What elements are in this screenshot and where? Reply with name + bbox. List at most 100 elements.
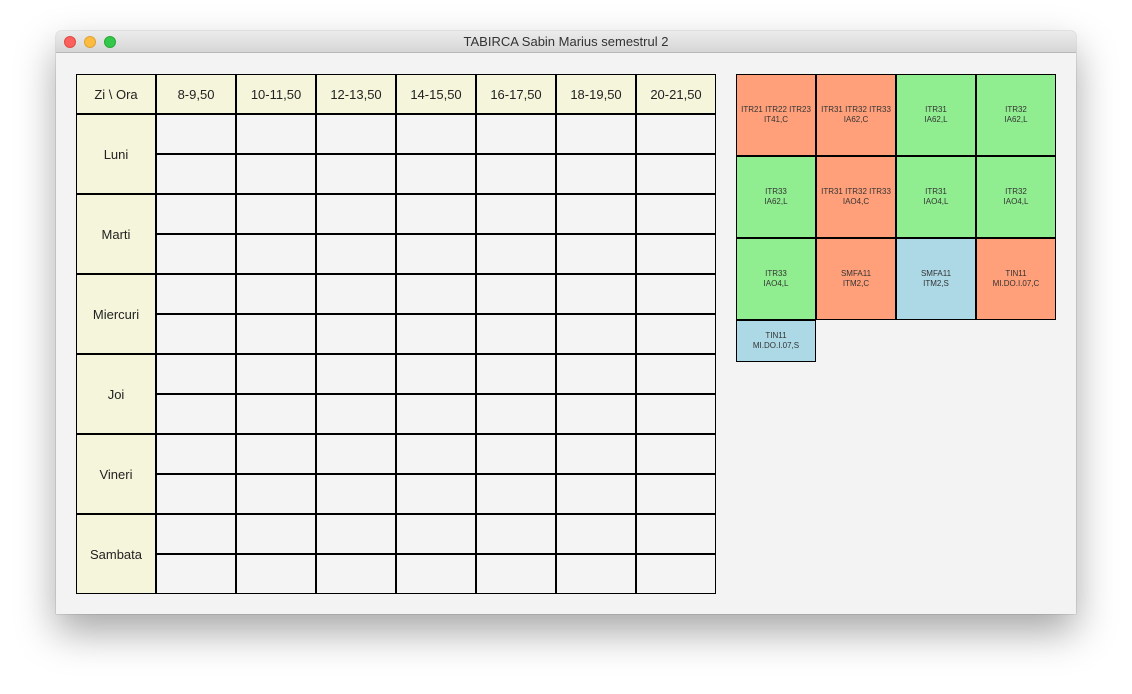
timetable-slot[interactable] — [556, 514, 636, 554]
timetable-slot[interactable] — [636, 234, 716, 274]
timetable-slot[interactable] — [156, 114, 236, 154]
timetable-slot[interactable] — [396, 154, 476, 194]
timetable-slot[interactable] — [156, 514, 236, 554]
course-tile[interactable]: ITR31 IA62,L — [896, 74, 976, 156]
course-groups: ITR31 — [925, 187, 947, 196]
course-tile[interactable]: ITR32 IA62,L — [976, 74, 1056, 156]
course-tile[interactable]: ITR21 ITR22 ITR23 IT41,C — [736, 74, 816, 156]
timetable-slot[interactable] — [636, 114, 716, 154]
course-tile[interactable]: ITR31 ITR32 ITR33 IAO4,C — [816, 156, 896, 238]
timetable-slot[interactable] — [236, 274, 316, 314]
timetable-slot[interactable] — [396, 474, 476, 514]
timetable-slot[interactable] — [316, 234, 396, 274]
course-tile[interactable]: ITR31 ITR32 ITR33 IA62,C — [816, 74, 896, 156]
timetable-slot[interactable] — [636, 314, 716, 354]
timetable-slot[interactable] — [476, 194, 556, 234]
timetable-slot[interactable] — [396, 434, 476, 474]
timetable-slot[interactable] — [236, 554, 316, 594]
timetable-slot[interactable] — [156, 554, 236, 594]
timetable-slot[interactable] — [636, 354, 716, 394]
course-tile[interactable]: ITR31 IAO4,L — [896, 156, 976, 238]
course-tile[interactable]: ITR32 IAO4,L — [976, 156, 1056, 238]
timetable-slot[interactable] — [316, 274, 396, 314]
timetable-slot[interactable] — [476, 314, 556, 354]
course-tile[interactable]: ITR33 IAO4,L — [736, 238, 816, 320]
timetable-slot[interactable] — [316, 114, 396, 154]
course-tile[interactable]: TIN11 MI.DO.I.07,S — [736, 320, 816, 362]
timetable-slot[interactable] — [236, 314, 316, 354]
timetable-slot[interactable] — [236, 354, 316, 394]
timetable-slot[interactable] — [156, 434, 236, 474]
timetable-slot[interactable] — [236, 394, 316, 434]
course-tile[interactable]: ITR33 IA62,L — [736, 156, 816, 238]
timetable-slot[interactable] — [396, 514, 476, 554]
timetable-slot[interactable] — [636, 514, 716, 554]
timetable-slot[interactable] — [316, 554, 396, 594]
timetable-slot[interactable] — [476, 274, 556, 314]
timetable-slot[interactable] — [556, 314, 636, 354]
timetable-slot[interactable] — [236, 434, 316, 474]
timetable-slot[interactable] — [156, 314, 236, 354]
timetable-slot[interactable] — [156, 394, 236, 434]
timetable-slot[interactable] — [236, 114, 316, 154]
timetable-slot[interactable] — [476, 154, 556, 194]
timetable-slot[interactable] — [556, 234, 636, 274]
header-slot: 8-9,50 — [156, 74, 236, 114]
timetable-slot[interactable] — [316, 514, 396, 554]
timetable-slot[interactable] — [316, 354, 396, 394]
timetable-slot[interactable] — [476, 234, 556, 274]
timetable-slot[interactable] — [476, 394, 556, 434]
timetable-slot[interactable] — [396, 554, 476, 594]
timetable-slot[interactable] — [156, 154, 236, 194]
timetable-slot[interactable] — [556, 194, 636, 234]
timetable-slot[interactable] — [236, 234, 316, 274]
timetable-slot[interactable] — [476, 434, 556, 474]
timetable-slot[interactable] — [316, 434, 396, 474]
timetable-slot[interactable] — [396, 274, 476, 314]
timetable-slot[interactable] — [156, 474, 236, 514]
timetable-slot[interactable] — [636, 474, 716, 514]
timetable-slot[interactable] — [636, 554, 716, 594]
timetable-slot[interactable] — [636, 274, 716, 314]
timetable-slot[interactable] — [556, 554, 636, 594]
timetable-slot[interactable] — [636, 434, 716, 474]
timetable-slot[interactable] — [396, 314, 476, 354]
timetable-slot[interactable] — [316, 154, 396, 194]
timetable-slot[interactable] — [476, 514, 556, 554]
timetable-slot[interactable] — [396, 114, 476, 154]
timetable-slot[interactable] — [236, 154, 316, 194]
timetable-slot[interactable] — [236, 194, 316, 234]
course-tile[interactable]: TIN11 MI.DO.I.07,C — [976, 238, 1056, 320]
timetable-slot[interactable] — [316, 314, 396, 354]
timetable-slot[interactable] — [236, 474, 316, 514]
timetable-slot[interactable] — [316, 394, 396, 434]
timetable-slot[interactable] — [556, 434, 636, 474]
timetable-slot[interactable] — [556, 114, 636, 154]
title-bar[interactable]: TABIRCA Sabin Marius semestrul 2 — [56, 31, 1076, 53]
course-tile[interactable]: SMFA11 ITM2,S — [896, 238, 976, 320]
timetable-slot[interactable] — [556, 394, 636, 434]
timetable-slot[interactable] — [236, 514, 316, 554]
timetable-slot[interactable] — [636, 394, 716, 434]
timetable-slot[interactable] — [156, 194, 236, 234]
timetable-slot[interactable] — [396, 354, 476, 394]
timetable-slot[interactable] — [556, 474, 636, 514]
timetable-slot[interactable] — [156, 234, 236, 274]
timetable-slot[interactable] — [156, 354, 236, 394]
timetable-slot[interactable] — [476, 354, 556, 394]
timetable-slot[interactable] — [396, 234, 476, 274]
timetable-slot[interactable] — [556, 154, 636, 194]
timetable-slot[interactable] — [476, 554, 556, 594]
timetable-slot[interactable] — [476, 474, 556, 514]
timetable-slot[interactable] — [556, 274, 636, 314]
timetable-slot[interactable] — [316, 194, 396, 234]
timetable-slot[interactable] — [396, 194, 476, 234]
timetable-slot[interactable] — [156, 274, 236, 314]
timetable-slot[interactable] — [396, 394, 476, 434]
timetable-slot[interactable] — [636, 154, 716, 194]
timetable-slot[interactable] — [316, 474, 396, 514]
timetable-slot[interactable] — [476, 114, 556, 154]
timetable-slot[interactable] — [556, 354, 636, 394]
course-tile[interactable]: SMFA11 ITM2,C — [816, 238, 896, 320]
timetable-slot[interactable] — [636, 194, 716, 234]
